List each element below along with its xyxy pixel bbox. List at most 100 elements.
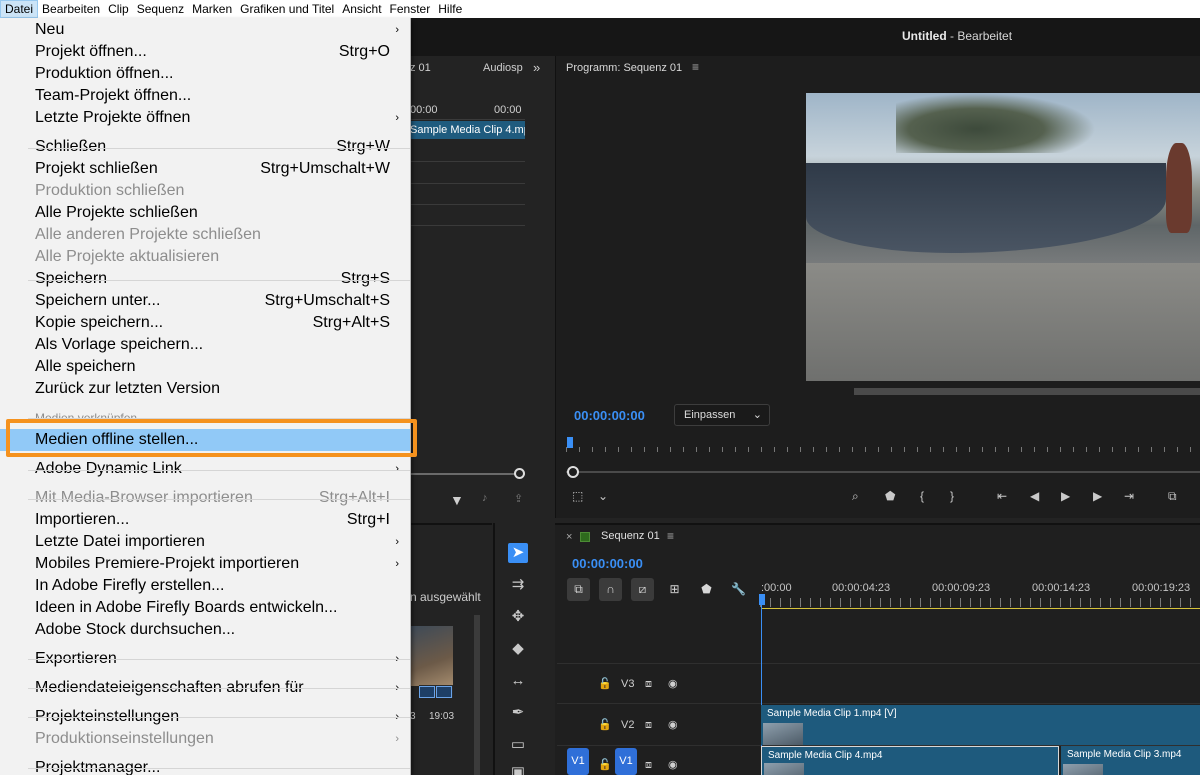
menu-item[interactable]: Speichern unter... Strg+Umschalt+S	[0, 290, 410, 312]
eye-icon[interactable]: ◉	[668, 758, 678, 771]
project-scrollbar[interactable]	[474, 615, 480, 775]
linked-selection-icon[interactable]: ⧄	[631, 578, 654, 601]
snap-icon[interactable]: ∩	[599, 578, 622, 601]
source-patch-v1[interactable]: V1	[567, 748, 589, 775]
menu-item[interactable]: Importieren... Strg+I	[0, 509, 410, 531]
menu-item[interactable]: Kopie speichern... Strg+Alt+S	[0, 312, 410, 334]
marker-icon[interactable]: ⬟	[885, 489, 895, 503]
menu-item[interactable]: Als Vorlage speichern...	[0, 334, 410, 356]
sync-icon[interactable]: ⧈	[645, 719, 652, 732]
lock-icon[interactable]: 🔓	[598, 718, 612, 731]
menu-marken[interactable]: Marken	[188, 0, 236, 18]
menu-item[interactable]: Ideen in Adobe Firefly Boards entwickeln…	[0, 597, 410, 619]
zoom-in-icon[interactable]: ⌕	[852, 489, 859, 504]
menu-item[interactable]: In Adobe Firefly erstellen...	[0, 575, 410, 597]
wrench-icon[interactable]: 🔧	[727, 578, 750, 601]
eye-icon[interactable]: ◉	[668, 677, 678, 690]
mark-out-icon[interactable]: }	[950, 489, 954, 503]
timeline-menu-icon[interactable]: ≡	[667, 529, 674, 543]
step-forward-icon[interactable]: ▶	[1093, 489, 1102, 503]
sync-icon[interactable]: ⧈	[645, 759, 652, 772]
pen-tool-icon[interactable]: ✒	[508, 703, 528, 723]
menu-item[interactable]: Alle Projekte schließen	[0, 202, 410, 224]
work-area-bar[interactable]	[762, 608, 1200, 609]
media-thumbnail[interactable]	[410, 626, 453, 686]
sync-icon[interactable]: ⧈	[645, 678, 652, 691]
menu-item[interactable]: Projekt öffnen... Strg+O	[0, 41, 410, 63]
track-select-tool-icon[interactable]: ⇉	[508, 575, 528, 595]
menu-datei[interactable]: Datei	[0, 0, 39, 18]
menu-item[interactable]: Projekt schließen Strg+Umschalt+W	[0, 158, 410, 180]
go-to-in-icon[interactable]: ⇤	[997, 489, 1007, 503]
export-frame-icon[interactable]: ⧉	[1168, 489, 1177, 504]
track-label-v1[interactable]: V1	[615, 748, 637, 775]
timeline-ruler[interactable]	[760, 598, 1200, 607]
program-timecode[interactable]: 00:00:00:00	[574, 408, 645, 423]
timeline-clip-v2[interactable]: Sample Media Clip 1.mp4 [V]	[761, 705, 1200, 745]
source-scroll-handle[interactable]	[514, 468, 525, 479]
timeline-title[interactable]: Sequenz 01	[601, 530, 660, 542]
menu-item[interactable]: Projektmanager...	[0, 757, 410, 775]
nest-icon[interactable]: ⧉	[567, 578, 590, 601]
menu-item[interactable]: Alle speichern	[0, 356, 410, 378]
timeline-clip-v1b[interactable]: Sample Media Clip 3.mp4	[1061, 746, 1200, 775]
menu-sequenz[interactable]: Sequenz	[133, 0, 188, 18]
source-scrollbar[interactable]	[410, 473, 525, 475]
menu-item[interactable]: Schließen Strg+W	[0, 136, 410, 158]
hand-tool-icon[interactable]: ▣	[508, 763, 528, 775]
slip-tool-icon[interactable]: ↔	[508, 671, 528, 691]
close-icon[interactable]: ×	[566, 531, 572, 543]
program-zoom-handle[interactable]	[567, 466, 579, 478]
rectangle-tool-icon[interactable]: ▭	[508, 735, 528, 755]
menu-hilfe[interactable]: Hilfe	[434, 0, 466, 18]
audio-route-icon[interactable]: ♪	[482, 492, 488, 504]
menu-ansicht[interactable]: Ansicht	[338, 0, 385, 18]
source-clip[interactable]: Sample Media Clip 4.mp	[410, 121, 525, 139]
play-icon[interactable]: ▶	[1061, 489, 1070, 503]
razor-tool-icon[interactable]: ◆	[508, 639, 528, 659]
ripple-edit-tool-icon[interactable]: ✥	[508, 607, 528, 627]
tab-sequence[interactable]: z 01	[410, 62, 431, 74]
menu-item[interactable]: Zurück zur letzten Version	[0, 378, 410, 400]
add-marker-icon[interactable]: ⬟	[695, 578, 718, 601]
timeline-playhead[interactable]	[759, 594, 765, 605]
program-menu-icon[interactable]: ≡	[692, 60, 699, 74]
filter-icon[interactable]: ▼	[450, 492, 464, 508]
menu-clip[interactable]: Clip	[104, 0, 133, 18]
safe-margins-icon[interactable]: ⬚	[572, 489, 583, 503]
menu-item[interactable]: Adobe Dynamic Link ›	[0, 458, 410, 480]
program-scrollbar[interactable]	[854, 388, 1200, 395]
menu-grafiken[interactable]: Grafiken und Titel	[236, 0, 338, 18]
menu-item[interactable]: Team-Projekt öffnen...	[0, 85, 410, 107]
menu-item[interactable]: Speichern Strg+S	[0, 268, 410, 290]
track-label-v2[interactable]: V2	[621, 719, 634, 731]
menu-item[interactable]: Produktion öffnen...	[0, 63, 410, 85]
program-title[interactable]: Programm: Sequenz 01	[566, 62, 682, 74]
chevron-down-icon[interactable]: ⌄	[598, 489, 608, 503]
go-to-out-icon[interactable]: ⇥	[1124, 489, 1134, 503]
selection-tool-icon[interactable]: ➤	[508, 543, 528, 563]
step-back-icon[interactable]: ◀	[1030, 489, 1039, 503]
program-playhead[interactable]	[567, 437, 573, 448]
timeline-timecode[interactable]: 00:00:00:00	[572, 556, 643, 571]
export-icon[interactable]: ⇪	[514, 492, 523, 505]
track-label-v3[interactable]: V3	[621, 678, 634, 690]
eye-icon[interactable]: ◉	[668, 718, 678, 731]
panel-overflow-icon[interactable]: »	[533, 60, 540, 75]
mark-in-icon[interactable]: {	[920, 489, 924, 503]
menu-item[interactable]: Letzte Datei importieren ›	[0, 531, 410, 553]
menu-item[interactable]: Adobe Stock durchsuchen...	[0, 619, 410, 641]
program-ruler[interactable]	[566, 442, 1200, 452]
menu-item[interactable]: Neu ›	[0, 19, 410, 41]
lock-icon[interactable]: 🔓	[598, 758, 612, 771]
menu-fenster[interactable]: Fenster	[386, 0, 435, 18]
timeline-clip-v1a[interactable]: Sample Media Clip 4.mp4	[761, 746, 1059, 775]
menu-bearbeiten[interactable]: Bearbeiten	[38, 0, 104, 18]
insert-icon[interactable]: ⊞	[663, 578, 686, 601]
tab-audio[interactable]: Audiosp	[483, 62, 523, 74]
fit-dropdown[interactable]: Einpassen ⌄	[674, 404, 770, 426]
lock-icon[interactable]: 🔓	[598, 677, 612, 690]
program-zoom-bar[interactable]	[566, 471, 1200, 473]
menu-item[interactable]: Letzte Projekte öffnen ›	[0, 107, 410, 129]
menu-item[interactable]: Mobiles Premiere-Projekt importieren ›	[0, 553, 410, 575]
